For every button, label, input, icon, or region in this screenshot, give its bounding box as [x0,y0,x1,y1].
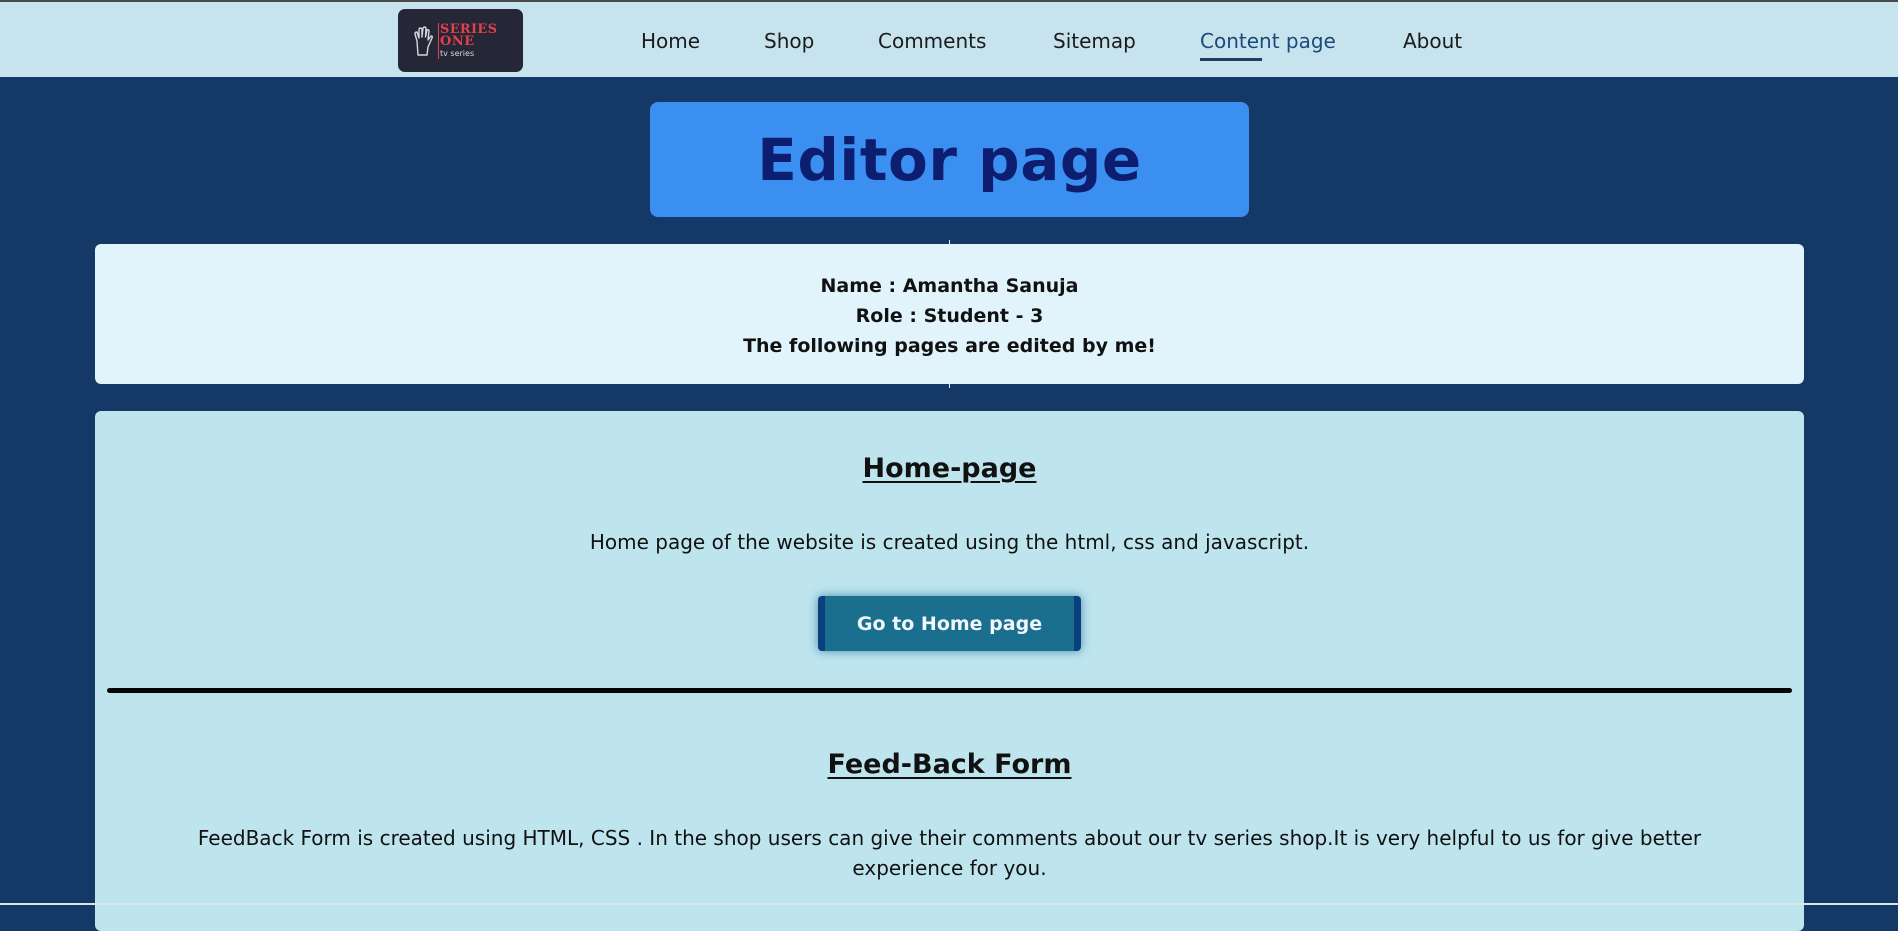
active-nav-indicator [1200,58,1262,61]
nav-about[interactable]: About [1403,28,1462,54]
editor-note: The following pages are edited by me! [743,335,1156,357]
navbar: SERIES ONE tv series Home Shop Comments … [0,0,1898,77]
editor-name: Name : Amantha Sanuja [820,275,1079,297]
nav-shop[interactable]: Shop [764,28,814,54]
section-text-home: Home page of the website is created usin… [589,530,1310,554]
page-title: Editor page [757,125,1142,194]
section-title-home: Home-page [862,453,1037,484]
nav-home[interactable]: Home [641,28,700,54]
page-title-box: Editor page [650,102,1249,217]
section-title-feedback: Feed-Back Form [827,749,1072,780]
nav-comments[interactable]: Comments [878,28,986,54]
section-text-feedback: FeedBack Form is created using HTML, CSS… [197,826,1702,880]
nav-content-page[interactable]: Content page [1200,28,1336,54]
pages-card: Home-page Home page of the website is cr… [95,411,1804,931]
section-divider [107,688,1792,693]
go-to-home-button[interactable]: Go to Home page [818,596,1081,651]
connector-line [949,384,950,388]
editor-info-card: Name : Amantha Sanuja Role : Student - 3… [95,244,1804,384]
editor-role: Role : Student - 3 [855,305,1044,327]
main-nav: Home Shop Comments Sitemap Content page … [0,28,1898,58]
nav-sitemap[interactable]: Sitemap [1053,28,1136,54]
